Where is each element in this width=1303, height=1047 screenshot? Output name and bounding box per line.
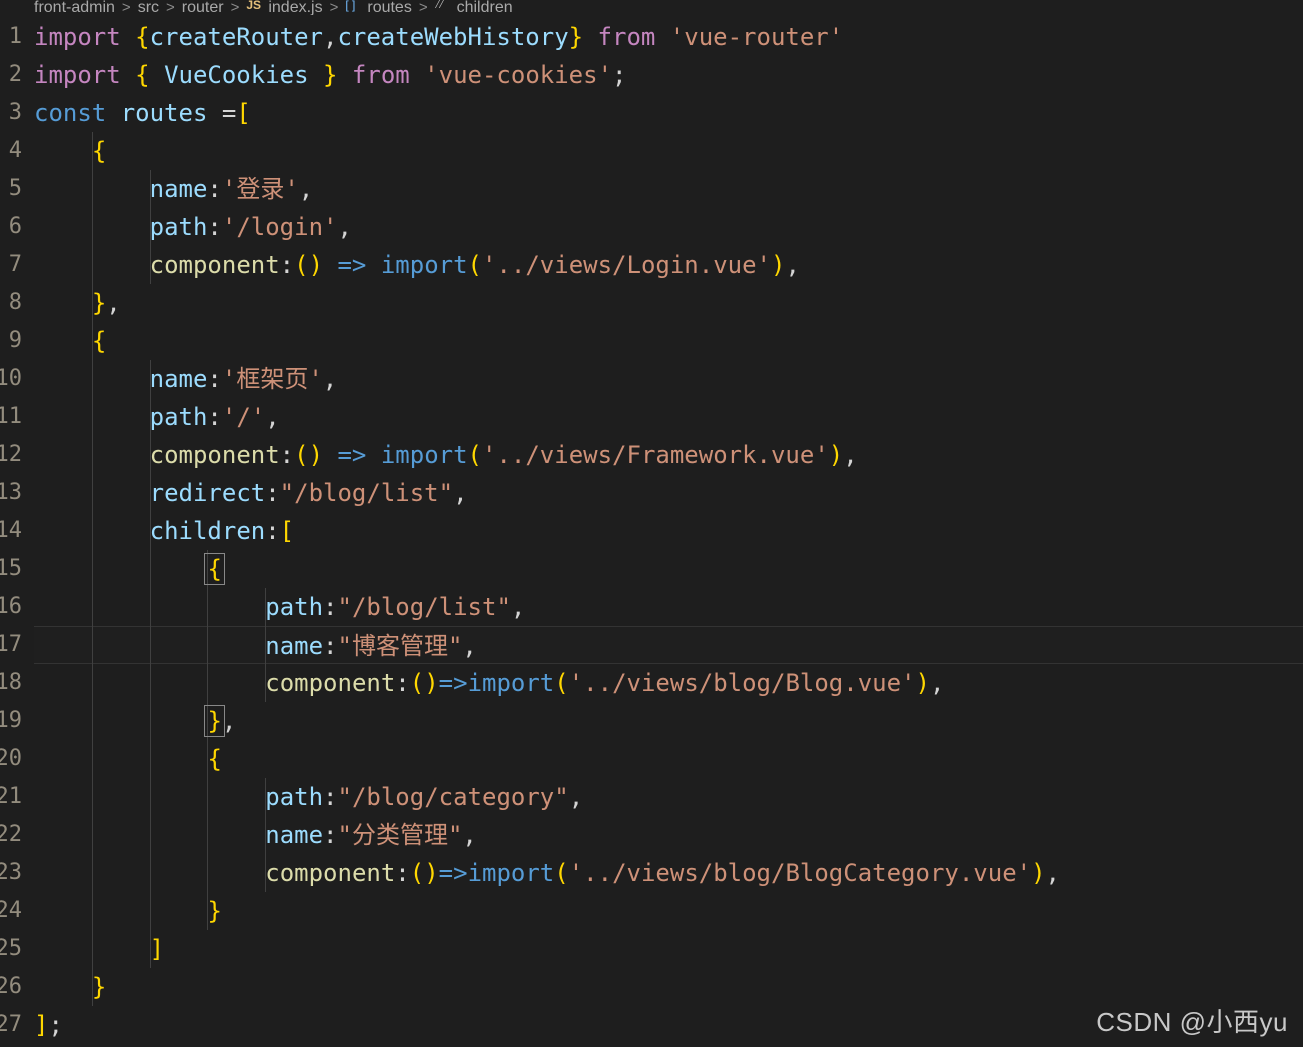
code-line[interactable]: }, [34, 284, 1303, 322]
breadcrumb-label: children [456, 0, 513, 15]
code-line[interactable]: children:[ [34, 512, 1303, 550]
indent-guide [265, 588, 267, 702]
breadcrumb-item-src[interactable]: src [138, 0, 159, 15]
code-line[interactable]: } [34, 892, 1303, 930]
indent-guide [149, 360, 151, 968]
line-number: 19 [0, 708, 22, 733]
line-number: 27 [0, 1012, 22, 1037]
code-line[interactable]: component:() => import('../views/Framewo… [34, 436, 1303, 474]
code-line[interactable]: name:"博客管理", [34, 626, 1303, 664]
line-number: 11 [0, 404, 22, 429]
breadcrumb-label: src [137, 0, 160, 15]
code-line[interactable]: redirect:"/blog/list", [34, 474, 1303, 512]
line-number: 18 [0, 670, 22, 695]
line-number: 20 [0, 746, 22, 771]
code-line[interactable]: path:'/', [34, 398, 1303, 436]
breadcrumb-item-index-js[interactable]: index.js [246, 0, 322, 15]
breadcrumb-label: routes [367, 0, 412, 15]
code-content[interactable]: import {createRouter,createWebHistory} f… [34, 15, 1303, 1047]
breadcrumb-label: index.js [268, 0, 323, 15]
line-number: 13 [0, 480, 22, 505]
code-line[interactable]: const routes =[ [34, 94, 1303, 132]
code-line[interactable]: name:'框架页', [34, 360, 1303, 398]
line-number: 1 [8, 24, 22, 49]
code-line[interactable]: } [34, 968, 1303, 1006]
line-number: 4 [8, 138, 22, 163]
line-number: 14 [0, 518, 22, 543]
code-line[interactable]: name:'登录', [34, 170, 1303, 208]
breadcrumb-item-routes[interactable]: routes [345, 0, 411, 15]
indent-guide [149, 170, 151, 284]
line-number: 26 [0, 974, 22, 999]
breadcrumb[interactable]: front-admin > src > router > index.js > … [0, 0, 1303, 15]
line-number: 9 [8, 328, 22, 353]
line-number: 12 [0, 442, 22, 467]
field-symbol-icon [435, 0, 452, 15]
breadcrumb-item-front-admin[interactable]: front-admin [34, 0, 115, 15]
code-line[interactable]: }, [34, 702, 1303, 740]
line-number: 6 [8, 214, 22, 239]
code-editor[interactable]: 1 2 3 4 5 6 7 8 9 10 11 12 13 14 15 16 17 18 19 20 21 22 23 24 2… [0, 15, 1303, 1047]
line-number: 16 [0, 594, 22, 619]
code-line[interactable]: component:() => import('../views/Login.v… [34, 246, 1303, 284]
indent-guide [265, 778, 267, 892]
breadcrumb-separator: > [230, 0, 240, 15]
code-line[interactable]: { [34, 740, 1303, 778]
breadcrumb-separator: > [329, 0, 339, 15]
array-symbol-icon [345, 0, 362, 15]
line-number: 17 [0, 632, 22, 657]
indent-guide [91, 132, 93, 1006]
breadcrumb-label: router [181, 0, 224, 15]
breadcrumb-item-children[interactable]: children [435, 0, 513, 15]
watermark: CSDN @小西yu [1096, 1007, 1288, 1037]
breadcrumb-separator: > [418, 0, 428, 15]
line-number: 25 [0, 936, 22, 961]
code-line[interactable]: ] [34, 930, 1303, 968]
code-line[interactable]: import { VueCookies } from 'vue-cookies'… [34, 56, 1303, 94]
code-line[interactable]: path:'/login', [34, 208, 1303, 246]
code-line[interactable]: { [34, 550, 1303, 588]
line-number: 2 [8, 62, 22, 87]
breadcrumb-label: front-admin [34, 0, 115, 15]
code-line[interactable]: name:"分类管理", [34, 816, 1303, 854]
indent-guide [207, 550, 209, 930]
code-line[interactable]: { [34, 132, 1303, 170]
line-number: 3 [8, 100, 22, 125]
line-number: 21 [0, 784, 22, 809]
code-line[interactable]: { [34, 322, 1303, 360]
line-number-gutter: 1 2 3 4 5 6 7 8 9 10 11 12 13 14 15 16 17 18 19 20 21 22 23 24 2… [0, 15, 34, 1047]
line-number: 7 [8, 252, 22, 277]
code-line[interactable]: component:()=>import('../views/blog/Blog… [34, 664, 1303, 702]
line-number: 15 [0, 556, 22, 581]
line-number: 22 [0, 822, 22, 847]
js-file-icon [246, 0, 263, 15]
code-line[interactable]: import {createRouter,createWebHistory} f… [34, 18, 1303, 56]
breadcrumb-separator: > [166, 0, 175, 15]
breadcrumb-item-router[interactable]: router [182, 0, 224, 15]
line-number: 8 [8, 290, 22, 315]
code-line[interactable]: component:()=>import('../views/blog/Blog… [34, 854, 1303, 892]
line-number: 10 [0, 366, 22, 391]
line-number: 23 [0, 860, 22, 885]
code-line[interactable]: path:"/blog/list", [34, 588, 1303, 626]
breadcrumb-separator: > [121, 0, 131, 15]
code-line[interactable]: path:"/blog/category", [34, 778, 1303, 816]
line-number: 24 [0, 898, 22, 923]
line-number: 5 [8, 176, 22, 201]
